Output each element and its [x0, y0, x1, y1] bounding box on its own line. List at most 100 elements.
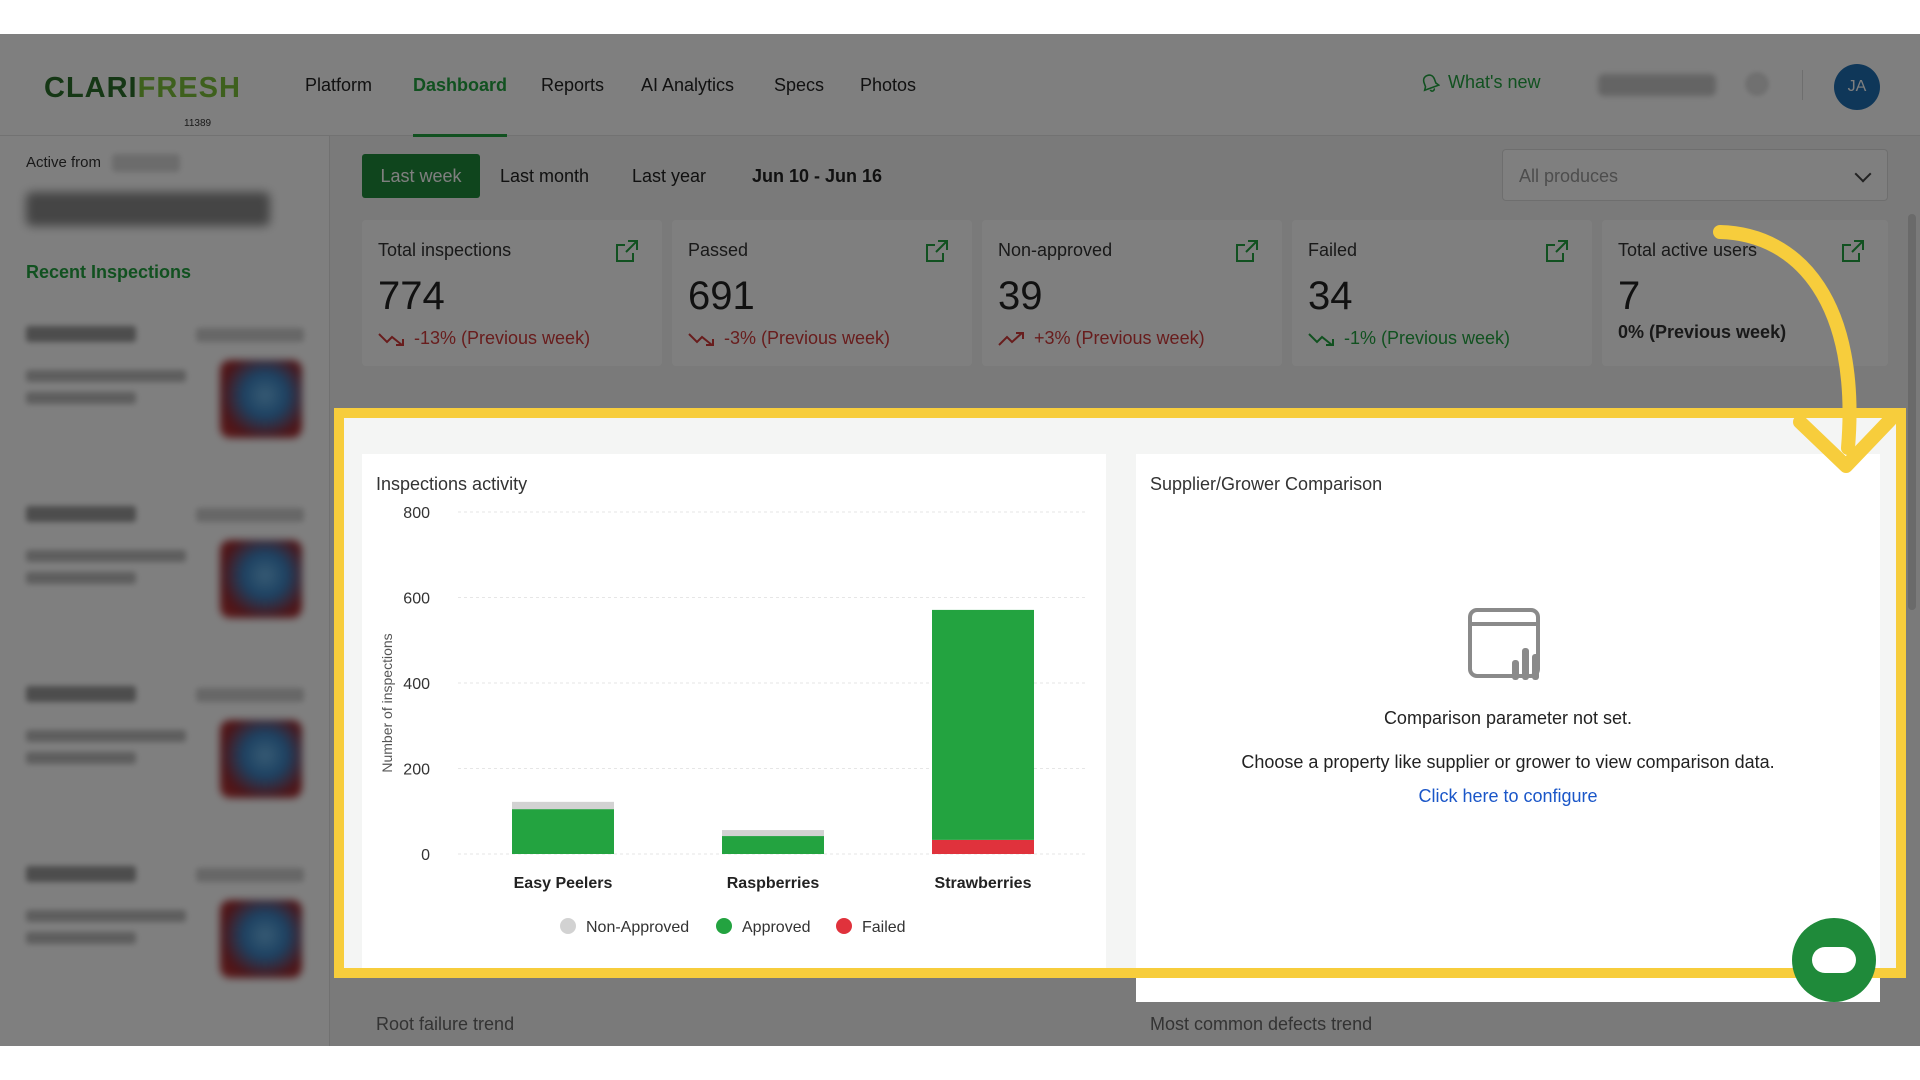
- header-divider: [1802, 70, 1803, 100]
- chevron-down-icon: [1854, 165, 1872, 183]
- chart-window-icon: [1468, 608, 1540, 680]
- open-external-icon[interactable]: [1544, 238, 1570, 264]
- redacted-item-date: [196, 508, 304, 522]
- stat-card-value: 34: [1308, 274, 1353, 318]
- root-failure-trend-title: Root failure trend: [376, 1014, 515, 1034]
- stat-card-trend: -3% (Previous week): [688, 328, 890, 349]
- stat-card-title: Non-approved: [998, 240, 1113, 260]
- produce-select-value: All produces: [1519, 166, 1619, 186]
- y-tick-label: 200: [403, 762, 430, 779]
- redacted-item-line: [26, 550, 186, 562]
- redacted-item-line: [26, 730, 186, 742]
- page-scrollbar[interactable]: [1908, 214, 1916, 610]
- redacted-account-name: [26, 192, 270, 226]
- recent-inspections-title: Recent Inspections: [26, 262, 192, 282]
- sidebar: Active from Recent Inspections: [0, 136, 330, 1046]
- redacted-item-date: [196, 328, 304, 342]
- x-tick-label: Raspberries: [727, 875, 820, 892]
- stat-card-failed: Failed 34 -1% (Previous week): [1292, 220, 1592, 366]
- whats-new-label: What's new: [1448, 72, 1541, 92]
- bar-approved: [932, 609, 1034, 840]
- user-avatar[interactable]: JA: [1834, 64, 1880, 110]
- stat-card-trend-label: -13% (Previous week): [414, 328, 591, 348]
- stat-card-trend: +3% (Previous week): [998, 328, 1205, 349]
- redacted-item-title: [26, 506, 136, 522]
- trend-down-icon: [688, 332, 714, 346]
- filter-last-week-button[interactable]: Last week: [362, 154, 480, 198]
- filter-last-month-button[interactable]: Last month: [500, 154, 589, 198]
- x-tick-label: Easy Peelers: [514, 875, 613, 892]
- inspection-thumbnail: [220, 540, 302, 618]
- legend-swatch: [836, 918, 852, 934]
- trend-down-icon: [378, 332, 404, 346]
- bar-approved: [512, 809, 614, 854]
- stat-card-value: 691: [688, 274, 755, 318]
- redacted-item-line: [26, 370, 186, 382]
- stat-card-trend: -13% (Previous week): [378, 328, 590, 349]
- open-external-icon[interactable]: [1840, 238, 1866, 264]
- nav-ai-analytics[interactable]: AI Analytics: [641, 34, 734, 136]
- chat-button[interactable]: [1792, 918, 1876, 1002]
- inspection-thumbnail: [220, 900, 302, 978]
- redacted-item-line: [26, 392, 136, 404]
- open-external-icon[interactable]: [614, 238, 640, 264]
- comparison-title: Supplier/Grower Comparison: [1150, 474, 1383, 494]
- redacted-item-date: [196, 688, 304, 702]
- top-navigation-bar: CLARIFRESH 11389 Platform Dashboard Repo…: [0, 34, 1920, 137]
- stat-card-title: Total active users: [1618, 240, 1758, 260]
- filter-last-year-button[interactable]: Last year: [632, 154, 706, 198]
- y-tick-label: 600: [403, 591, 430, 608]
- inspection-thumbnail: [220, 360, 302, 438]
- nav-platform[interactable]: Platform: [305, 34, 372, 136]
- inspections-activity-chart: 0 200 400 600 800 Number of inspections Easy P…: [379, 505, 1088, 936]
- configure-comparison-link[interactable]: Click here to configure: [1136, 786, 1880, 807]
- y-axis-label: Number of inspections: [379, 633, 395, 772]
- stat-card-value: 774: [378, 274, 445, 318]
- most-common-defects-trend-title: Most common defects trend: [1150, 1014, 1373, 1034]
- legend-label: Non-Approved: [586, 919, 689, 936]
- app-frame: CLARIFRESH 11389 Platform Dashboard Repo…: [0, 34, 1920, 1046]
- redacted-item-line: [26, 910, 186, 922]
- y-tick-label: 0: [421, 847, 430, 864]
- nav-dashboard[interactable]: Dashboard: [413, 34, 508, 137]
- bell-icon: [1422, 73, 1440, 92]
- redacted-active-date: [112, 154, 180, 172]
- legend-swatch: [560, 918, 576, 934]
- y-tick-label: 400: [403, 676, 430, 693]
- redacted-item-line: [26, 932, 136, 944]
- stat-card-title: Total inspections: [378, 240, 512, 260]
- redacted-item-line: [26, 752, 136, 764]
- trend-up-icon: [998, 331, 1024, 346]
- redacted-user-name: [1598, 74, 1716, 96]
- account-code: 11389: [184, 118, 212, 129]
- bar-approved: [722, 836, 824, 854]
- clarifresh-logo[interactable]: CLARIFRESH: [44, 72, 241, 105]
- legend-label: Failed: [862, 919, 906, 936]
- date-range-label[interactable]: Jun 10 - Jun 16: [752, 154, 882, 198]
- produce-select[interactable]: All produces: [1502, 149, 1888, 201]
- stat-card-total-inspections: Total inspections 774 -13% (Previous wee…: [362, 220, 662, 366]
- redacted-item-line: [26, 572, 136, 584]
- stat-card-non-approved: Non-approved 39 +3% (Previous week): [982, 220, 1282, 366]
- stat-card-title: Failed: [1308, 240, 1358, 260]
- stat-card-value: 7: [1618, 274, 1641, 318]
- nav-reports[interactable]: Reports: [541, 34, 604, 136]
- stat-card-total-active-users: Total active users 7 0% (Previous week): [1602, 220, 1888, 366]
- x-tick-label: Strawberries: [935, 875, 1032, 892]
- open-external-icon[interactable]: [1234, 238, 1260, 264]
- redacted-icon: [1745, 72, 1769, 96]
- nav-photos[interactable]: Photos: [860, 34, 916, 136]
- stat-card-trend: -1% (Previous week): [1308, 328, 1510, 349]
- stat-card-trend-label: -1% (Previous week): [1344, 328, 1511, 348]
- inspections-activity-panel: Inspections activity 0 200 400 600 800 Number…: [362, 454, 1106, 976]
- comparison-hint: Choose a property like supplier or growe…: [1241, 752, 1775, 772]
- whats-new-link[interactable]: What's new: [1420, 72, 1540, 93]
- trend-down-icon: [1308, 332, 1334, 346]
- inspection-thumbnail: [220, 720, 302, 798]
- open-external-icon[interactable]: [924, 238, 950, 264]
- redacted-item-title: [26, 866, 136, 882]
- supplier-grower-comparison-panel: Supplier/Grower Comparison Comparison pa…: [1136, 454, 1880, 1002]
- stat-card-trend-label: +3% (Previous week): [1034, 328, 1205, 348]
- nav-specs[interactable]: Specs: [774, 34, 824, 136]
- legend-swatch: [716, 918, 732, 934]
